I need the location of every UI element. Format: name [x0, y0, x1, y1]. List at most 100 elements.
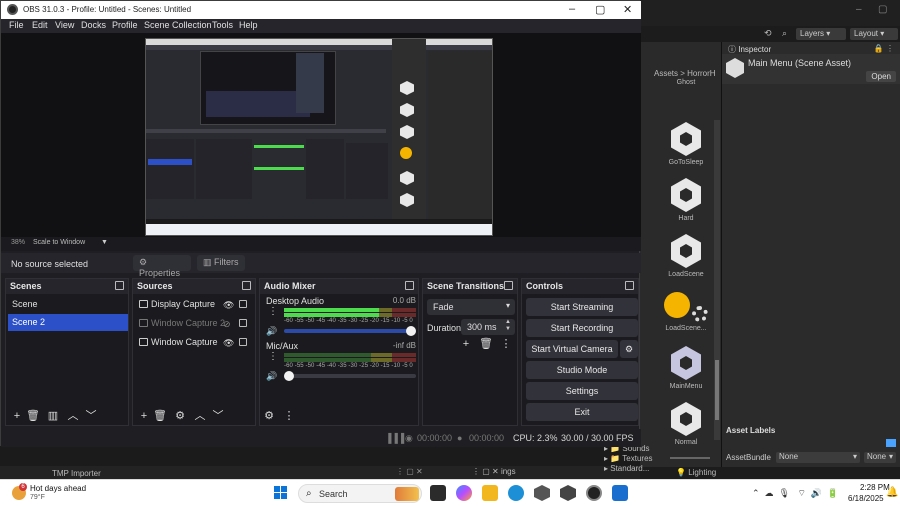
lock-icon[interactable]: [239, 300, 247, 308]
lighting-tab[interactable]: 💡 Lighting: [676, 468, 716, 477]
menu-profile[interactable]: Profile: [112, 20, 138, 30]
add-icon[interactable]: +: [137, 409, 151, 423]
maximize-icon[interactable]: ▢: [595, 3, 605, 16]
volume-slider[interactable]: [284, 371, 416, 381]
speaker-icon[interactable]: 🔊: [266, 326, 277, 337]
menu-file[interactable]: File: [9, 20, 24, 30]
scale-mode[interactable]: Scale to Window: [33, 239, 85, 246]
project-scrollbar[interactable]: [714, 120, 720, 440]
close-icon[interactable]: ✕: [623, 3, 632, 16]
slider-knob[interactable]: [284, 371, 294, 381]
duration-input[interactable]: 300 ms ▲ ▼: [461, 319, 515, 335]
channel-menu-icon[interactable]: ⋮: [268, 351, 278, 362]
asset-variant-select[interactable]: None ▾: [864, 452, 896, 463]
history-icon[interactable]: ⟲: [764, 28, 772, 39]
menu-view[interactable]: View: [55, 20, 74, 30]
studio-mode-button[interactable]: Studio Mode: [526, 361, 638, 379]
chevron-up-icon[interactable]: ︿: [66, 409, 80, 423]
folder-textures[interactable]: ▸ 📁 Textures: [604, 454, 653, 464]
slider-knob[interactable]: [406, 326, 416, 336]
lock-icon[interactable]: [239, 338, 247, 346]
asset-hard[interactable]: Hard: [658, 178, 714, 222]
store-icon[interactable]: [612, 485, 628, 501]
taskbar-search[interactable]: ⌕ Search: [298, 484, 422, 503]
minimize-icon[interactable]: –: [569, 3, 575, 15]
asset-mainmenu[interactable]: MainMenu: [658, 346, 714, 390]
eye-icon[interactable]: 👁: [223, 300, 234, 311]
transition-select[interactable]: Fade: [427, 299, 515, 315]
tab-menu-icon[interactable]: ⋮ ▢ ✕: [396, 467, 423, 476]
undock-icon[interactable]: [242, 281, 251, 290]
spinner-icon[interactable]: ▲ ▼: [505, 319, 511, 333]
search-icon[interactable]: ⌕: [782, 28, 787, 39]
copilot-icon[interactable]: [456, 485, 472, 501]
undock-icon[interactable]: [625, 281, 634, 290]
asset-labels-heading[interactable]: Asset Labels: [726, 426, 775, 435]
layout-dropdown[interactable]: Layout ▾: [850, 28, 898, 40]
speaker-icon[interactable]: 🔊: [266, 371, 277, 382]
open-button[interactable]: Open: [866, 71, 896, 82]
scene-item-selected[interactable]: Scene 2: [8, 314, 128, 331]
filter-icon[interactable]: ▥: [46, 409, 60, 423]
notification-icon[interactable]: 🔔: [886, 487, 898, 498]
source-item[interactable]: Window Capture 👁: [135, 334, 255, 351]
obs-titlebar[interactable]: OBS 31.0.3 - Profile: Untitled - Scenes:…: [1, 1, 641, 19]
start-recording-button[interactable]: Start Recording: [526, 319, 638, 337]
start-virtual-camera-button[interactable]: Start Virtual Camera: [526, 340, 618, 358]
obs-icon[interactable]: [586, 485, 602, 501]
source-item-hidden[interactable]: Window Capture 2 ⊘: [135, 315, 255, 332]
gear-icon[interactable]: ⚙: [262, 409, 276, 423]
eye-icon[interactable]: 👁: [223, 338, 234, 349]
editor-tab-settings[interactable]: ⋮ ▢ ✕ ings: [472, 467, 516, 476]
scene-item[interactable]: Scene: [8, 296, 128, 313]
preview-canvas[interactable]: [1, 33, 641, 237]
kebab-menu-icon[interactable]: ⋮: [282, 409, 296, 423]
unity-icon[interactable]: [560, 485, 576, 501]
filters-button[interactable]: ▥ Filters: [197, 255, 245, 271]
menu-edit[interactable]: Edit: [32, 20, 48, 30]
add-icon[interactable]: +: [10, 409, 24, 423]
start-streaming-button[interactable]: Start Streaming: [526, 298, 638, 316]
maximize-icon[interactable]: ▢: [878, 4, 887, 15]
add-icon[interactable]: +: [459, 337, 473, 351]
eye-off-icon[interactable]: ⊘: [223, 319, 231, 330]
settings-button[interactable]: Settings: [526, 382, 638, 400]
lock-icon[interactable]: 🔒 ⋮: [874, 44, 894, 53]
menu-docks[interactable]: Docks: [81, 20, 106, 30]
chevron-up-icon[interactable]: ︿: [193, 409, 207, 423]
menu-scene-collection[interactable]: Scene Collection: [144, 20, 212, 30]
undock-icon[interactable]: [504, 281, 513, 290]
edge-icon[interactable]: [508, 485, 524, 501]
scrollbar-thumb[interactable]: [715, 360, 719, 420]
undock-icon[interactable]: [405, 281, 414, 290]
clock-date[interactable]: 6/18/2025: [848, 494, 884, 503]
asset-bundle-select[interactable]: None ▾: [776, 452, 860, 463]
chevron-down-icon[interactable]: ﹀: [211, 409, 225, 423]
file-explorer-icon[interactable]: [482, 485, 498, 501]
asset-normal[interactable]: Normal: [658, 402, 714, 446]
properties-button[interactable]: ⚙ Properties: [133, 255, 191, 278]
asset-loadscene[interactable]: LoadScene: [658, 234, 714, 278]
tmp-importer-tab[interactable]: TMP Importer: [52, 469, 101, 478]
trash-icon[interactable]: 🗑: [153, 409, 167, 423]
gear-icon[interactable]: ⚙: [173, 409, 187, 423]
minimize-icon[interactable]: –: [856, 4, 862, 15]
asset-ghost[interactable]: Ghost: [658, 76, 714, 86]
asset-loadscene-script[interactable]: LoadScene...: [658, 290, 714, 332]
chevron-down-icon[interactable]: ﹀: [84, 409, 98, 423]
source-item[interactable]: Display Capture 👁: [135, 296, 255, 313]
volume-slider[interactable]: [284, 326, 416, 336]
channel-menu-icon[interactable]: ⋮: [268, 306, 278, 317]
menu-help[interactable]: Help: [239, 20, 258, 30]
start-button[interactable]: [274, 486, 288, 500]
system-tray[interactable]: ⌃ ☁ 🎙 ⌔ 🔊 🔋: [752, 488, 838, 499]
icon-size-slider[interactable]: [670, 457, 710, 459]
unity-hub-icon[interactable]: [534, 485, 550, 501]
folder-standard[interactable]: ▸ Standard...: [604, 464, 653, 474]
menu-tools[interactable]: Tools: [212, 20, 233, 30]
undock-icon[interactable]: [115, 281, 124, 290]
kebab-menu-icon[interactable]: ⋮: [499, 337, 513, 351]
virtual-camera-settings-button[interactable]: ⚙: [620, 340, 638, 358]
chevron-down-icon[interactable]: ▼: [101, 239, 108, 246]
exit-button[interactable]: Exit: [526, 403, 638, 421]
